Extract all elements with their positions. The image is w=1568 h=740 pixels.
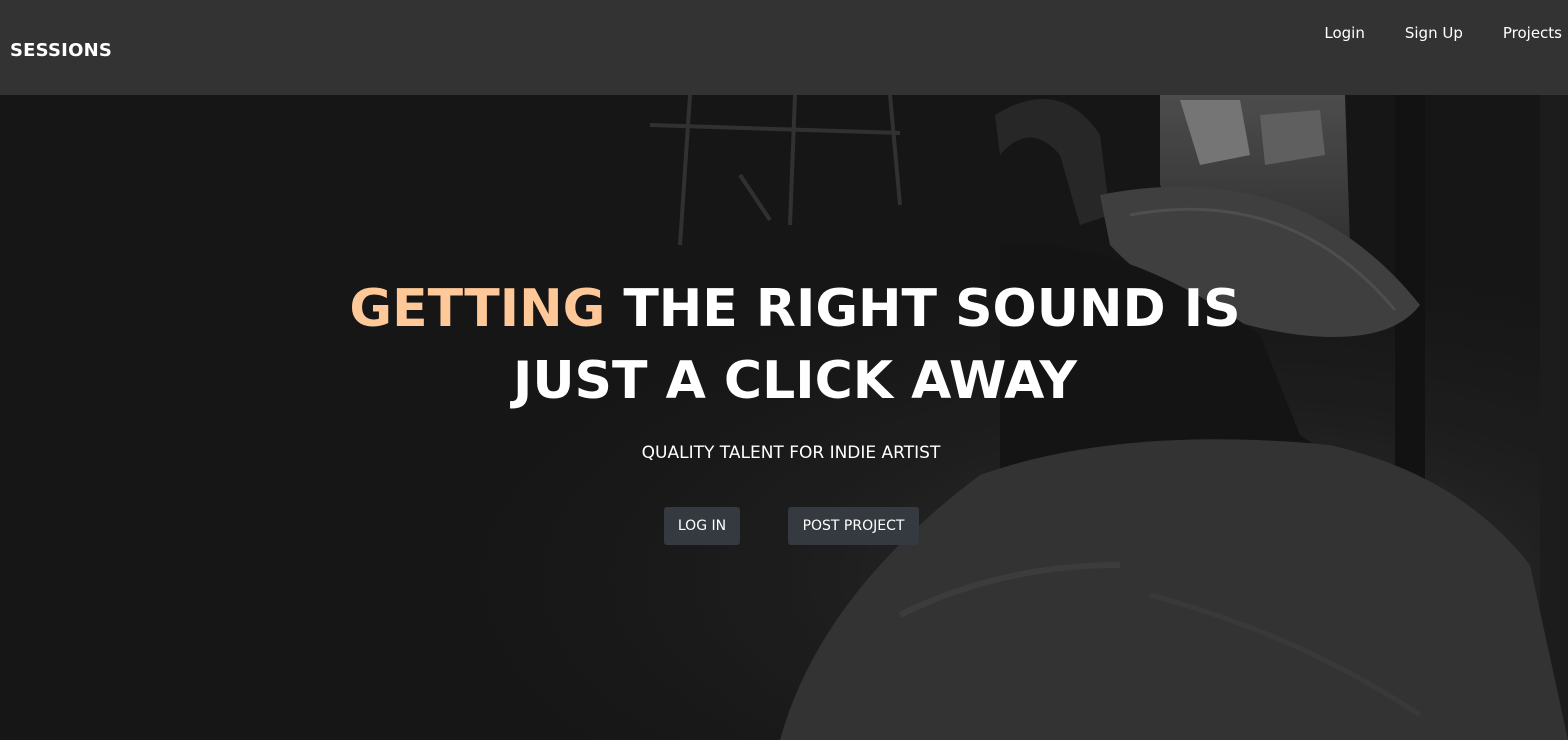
hero-content: GETTING THE RIGHT SOUND IS JUST A CLICK A… [0, 95, 1568, 740]
nav-links: Login Sign Up Projects [1284, 24, 1562, 42]
headline-accent-word: GETTING [349, 279, 606, 339]
post-project-button[interactable]: POST PROJECT [788, 507, 919, 545]
top-navbar: SESSIONS Login Sign Up Projects [0, 0, 1568, 95]
hero-subtitle: QUALITY TALENT FOR INDIE ARTIST [641, 443, 941, 463]
nav-login-link[interactable]: Login [1284, 24, 1364, 42]
nav-signup-link[interactable]: Sign Up [1365, 24, 1463, 42]
nav-projects-link[interactable]: Projects [1463, 24, 1562, 42]
brand-logo[interactable]: SESSIONS [10, 40, 112, 61]
hero-headline: GETTING THE RIGHT SOUND IS JUST A CLICK A… [280, 273, 1310, 417]
login-button[interactable]: LOG IN [664, 507, 740, 545]
hero-section: GETTING THE RIGHT SOUND IS JUST A CLICK A… [0, 95, 1568, 740]
headline-rest: THE RIGHT SOUND IS JUST A CLICK AWAY [512, 279, 1241, 411]
